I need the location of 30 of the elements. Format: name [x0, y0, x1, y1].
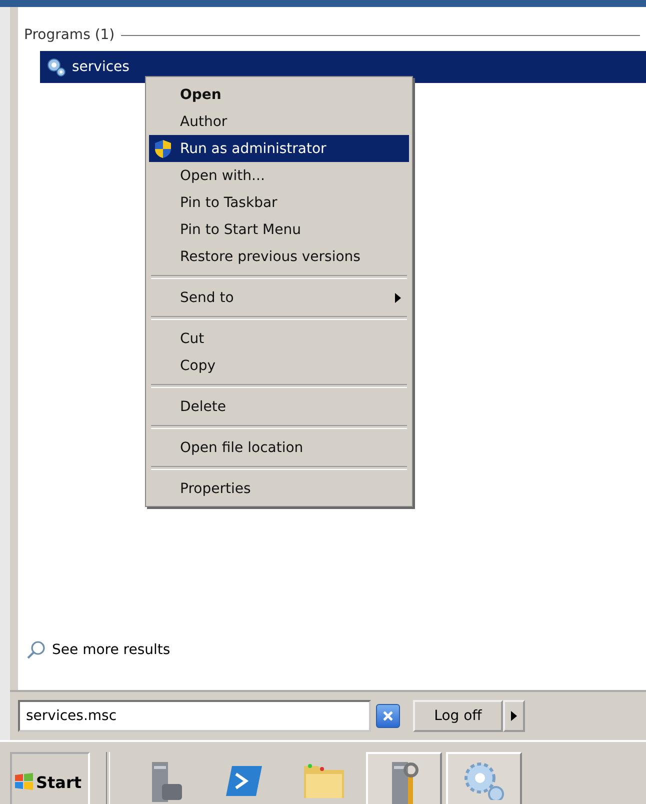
menu-item[interactable]: Pin to Taskbar — [149, 189, 409, 216]
log-off-button[interactable]: Log off — [413, 700, 503, 732]
menu-item[interactable]: Restore previous versions — [149, 243, 409, 270]
menu-item[interactable]: Copy — [149, 352, 409, 379]
menu-item[interactable]: Open — [149, 81, 409, 108]
program-result[interactable]: services — [40, 51, 646, 83]
search-icon — [26, 640, 46, 660]
menu-item[interactable]: Properties — [149, 475, 409, 502]
shutdown-options-button[interactable] — [503, 700, 525, 732]
menu-item[interactable]: Author — [149, 108, 409, 135]
clear-button[interactable] — [376, 704, 400, 728]
windows-logo-icon — [14, 772, 34, 792]
menu-item[interactable]: Run as administrator — [149, 135, 409, 162]
menu-item[interactable]: Open with... — [149, 162, 409, 189]
gears-icon — [462, 760, 506, 800]
shield-icon — [153, 139, 173, 159]
gears-icon — [46, 57, 66, 77]
start-button[interactable]: Start — [10, 752, 90, 804]
taskbar-button[interactable] — [366, 752, 442, 804]
arrow-right-icon — [511, 711, 517, 721]
menu-item[interactable]: Cut — [149, 325, 409, 352]
taskbar-button[interactable] — [446, 752, 522, 804]
see-more-results-link[interactable]: See more results — [52, 642, 170, 658]
menu-item[interactable]: Pin to Start Menu — [149, 216, 409, 243]
menu-item[interactable]: Delete — [149, 393, 409, 420]
menu-item[interactable]: Open file location — [149, 434, 409, 461]
section-heading: Programs (1) — [24, 27, 115, 43]
close-icon — [382, 710, 394, 722]
search-field[interactable]: services.msc — [18, 700, 371, 732]
menu-item[interactable]: Send to — [149, 284, 409, 311]
